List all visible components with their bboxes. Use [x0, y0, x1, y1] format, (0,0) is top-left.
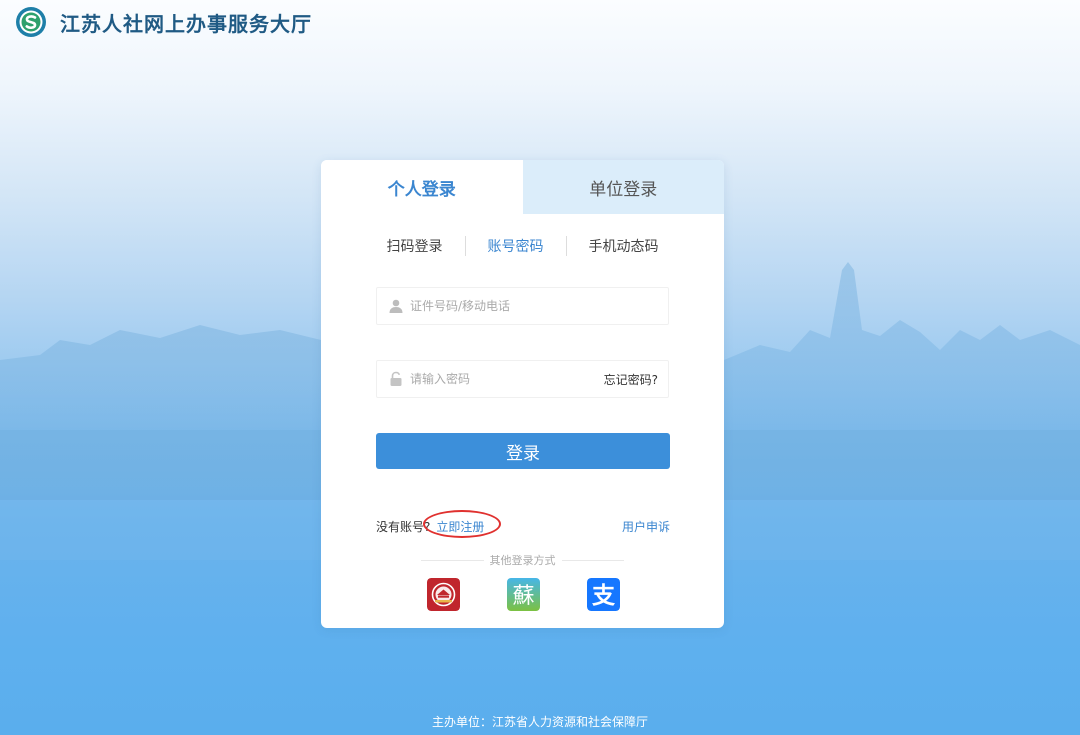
password-field: 忘记密码? [376, 360, 669, 398]
site-header: 江苏人社网上办事服务大厅 [15, 6, 312, 38]
login-card: 个人登录 单位登录 扫码登录 账号密码 手机动态码 忘记密码? 登录 没有账号?… [321, 160, 724, 628]
no-account-label: 没有账号? [376, 520, 431, 534]
other-login-label: 其他登录方式 [489, 554, 556, 567]
alipay-icon[interactable]: 支 [587, 578, 620, 611]
subtab-qr-login[interactable]: 扫码登录 [365, 236, 465, 256]
username-input[interactable] [410, 299, 668, 313]
register-row: 没有账号? 立即注册 用户申诉 [376, 518, 670, 535]
login-method-tabs: 扫码登录 账号密码 手机动态码 [321, 236, 724, 256]
lock-icon [390, 371, 402, 386]
other-login-divider: 其他登录方式 [421, 552, 624, 568]
username-field [376, 287, 669, 325]
tab-unit-login[interactable]: 单位登录 [522, 160, 724, 214]
su-app-icon[interactable]: 蘇 [507, 578, 540, 611]
login-button[interactable]: 登录 [376, 433, 670, 469]
tab-personal-login[interactable]: 个人登录 [321, 160, 523, 214]
other-login-methods: 蘇 支 [321, 578, 724, 611]
register-link[interactable]: 立即注册 [436, 518, 484, 535]
footer-sponsor: 主办单位：江苏省人力资源和社会保障厅 [431, 715, 648, 729]
subtab-sms-login[interactable]: 手机动态码 [567, 236, 681, 256]
su-glyph: 蘇 [512, 584, 534, 609]
alipay-glyph: 支 [591, 583, 616, 609]
password-input[interactable] [410, 372, 604, 386]
subtab-password-login[interactable]: 账号密码 [466, 236, 566, 256]
social-security-logo-icon[interactable] [15, 6, 47, 38]
divider-line [561, 559, 624, 561]
forgot-password-link[interactable]: 忘记密码? [604, 371, 658, 388]
site-title: 江苏人社网上办事服务大厅 [60, 11, 312, 36]
divider-line [421, 559, 484, 561]
login-type-tabs: 个人登录 单位登录 [321, 160, 724, 214]
user-complaint-link[interactable]: 用户申诉 [622, 518, 670, 535]
user-icon [389, 299, 403, 313]
government-service-app-icon[interactable] [427, 578, 460, 611]
